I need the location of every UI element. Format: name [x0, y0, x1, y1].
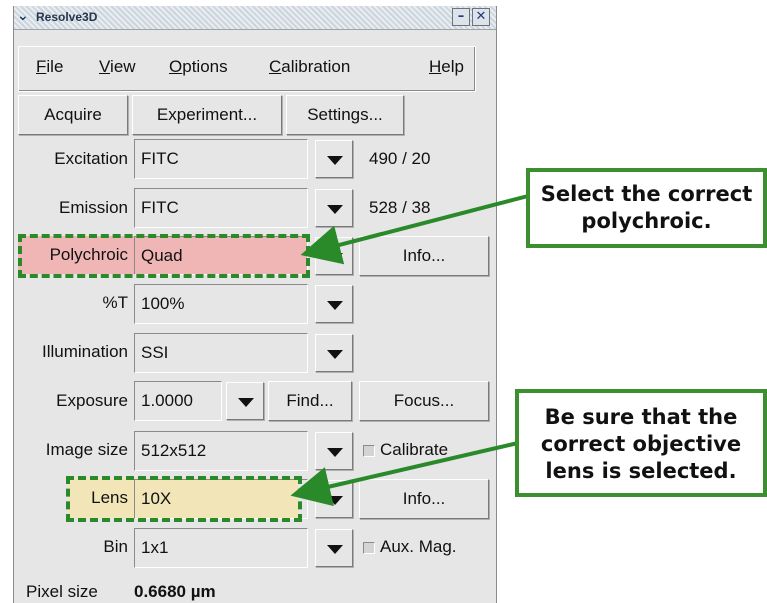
polychroic-arrow — [300, 194, 529, 265]
callout-arrows — [290, 194, 529, 507]
lens-callout: Be sure that the correct objective lens … — [515, 389, 767, 497]
polychroic-callout: Select the correct polychroic. — [526, 168, 767, 248]
lens-arrow — [290, 441, 519, 507]
